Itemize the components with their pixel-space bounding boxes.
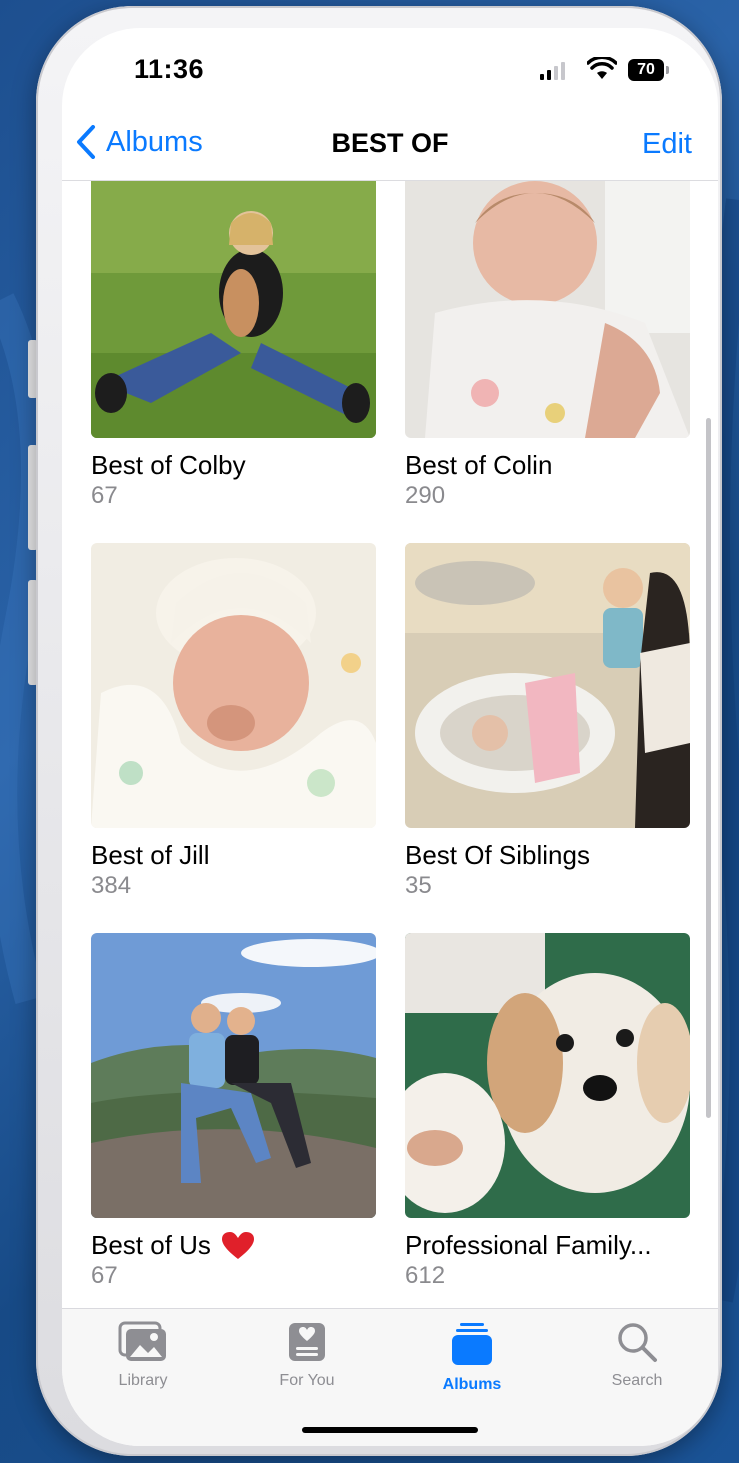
scroll-indicator[interactable] <box>706 418 711 1118</box>
album-count: 384 <box>91 872 132 899</box>
album-title: Best Of Siblings <box>405 840 690 871</box>
album-title: Best of Jill <box>91 840 376 871</box>
album-count: 290 <box>405 482 446 509</box>
album-count: 67 <box>91 1262 118 1289</box>
battery-level: 70 <box>628 59 664 81</box>
album-title: Best of Colin <box>405 450 690 481</box>
album-title-text: Best of Colby <box>91 450 246 480</box>
album-title: Best of Us <box>91 1230 376 1261</box>
tab-label: Albums <box>442 1376 502 1393</box>
album-count: 35 <box>405 872 432 899</box>
photo-library-icon <box>118 1321 166 1361</box>
album-title-text: Professional Family... <box>405 1230 652 1260</box>
album-title-text: Best of Colin <box>405 450 553 480</box>
album-thumbnail[interactable] <box>405 933 690 1218</box>
albums-stack-icon <box>452 1323 492 1365</box>
home-indicator[interactable] <box>302 1427 478 1433</box>
navigation-bar: Albums BEST OF Edit <box>62 116 718 181</box>
red-heart-icon <box>221 1231 254 1259</box>
tab-albums[interactable]: Albums <box>407 1321 537 1394</box>
album-tile[interactable]: Best of Colin 290 <box>405 181 690 510</box>
album-tile[interactable]: Best of Colby 67 <box>91 181 376 510</box>
search-icon <box>618 1323 657 1362</box>
album-thumbnail[interactable] <box>405 543 690 828</box>
album-title: Best of Colby <box>91 450 376 481</box>
tab-label: For You <box>279 1372 335 1389</box>
album-thumbnail[interactable] <box>91 933 376 1218</box>
cellular-signal-icon <box>540 60 565 80</box>
album-thumbnail[interactable] <box>405 181 690 438</box>
status-time: 11:36 <box>134 54 205 84</box>
album-tile[interactable]: Best of Jill 384 <box>91 543 376 900</box>
tab-bar: Library For You Albums Search <box>62 1308 718 1446</box>
phone-screen: 11:36 70 Albums BEST OF Edit Best of Col… <box>62 28 718 1446</box>
album-tile[interactable]: Professional Family... 612 <box>405 933 690 1290</box>
album-title-text: Best of Jill <box>91 840 210 870</box>
album-title-text: Best of Us <box>91 1230 211 1260</box>
for-you-icon <box>289 1323 325 1361</box>
tab-library[interactable]: Library <box>78 1321 208 1390</box>
album-title-text: Best Of Siblings <box>405 840 590 870</box>
album-count: 612 <box>405 1262 446 1289</box>
wifi-icon <box>587 57 617 79</box>
edit-button[interactable]: Edit <box>642 128 692 161</box>
album-tile[interactable]: Best of Us 67 <box>91 933 376 1290</box>
battery-icon: 70 <box>628 59 672 81</box>
tab-for-you[interactable]: For You <box>242 1321 372 1390</box>
tab-search[interactable]: Search <box>572 1321 702 1390</box>
album-thumbnail[interactable] <box>91 181 376 438</box>
tab-label: Search <box>611 1372 663 1389</box>
page-title: BEST OF <box>331 128 449 158</box>
tab-label: Library <box>118 1372 168 1389</box>
album-grid: Best of Colby 67 Best of Colin 290 Best … <box>62 181 718 1308</box>
album-tile[interactable]: Best Of Siblings 35 <box>405 543 690 900</box>
status-bar: 11:36 70 <box>62 28 718 112</box>
album-count: 67 <box>91 482 118 509</box>
album-title: Professional Family... <box>405 1230 690 1261</box>
album-thumbnail[interactable] <box>91 543 376 828</box>
